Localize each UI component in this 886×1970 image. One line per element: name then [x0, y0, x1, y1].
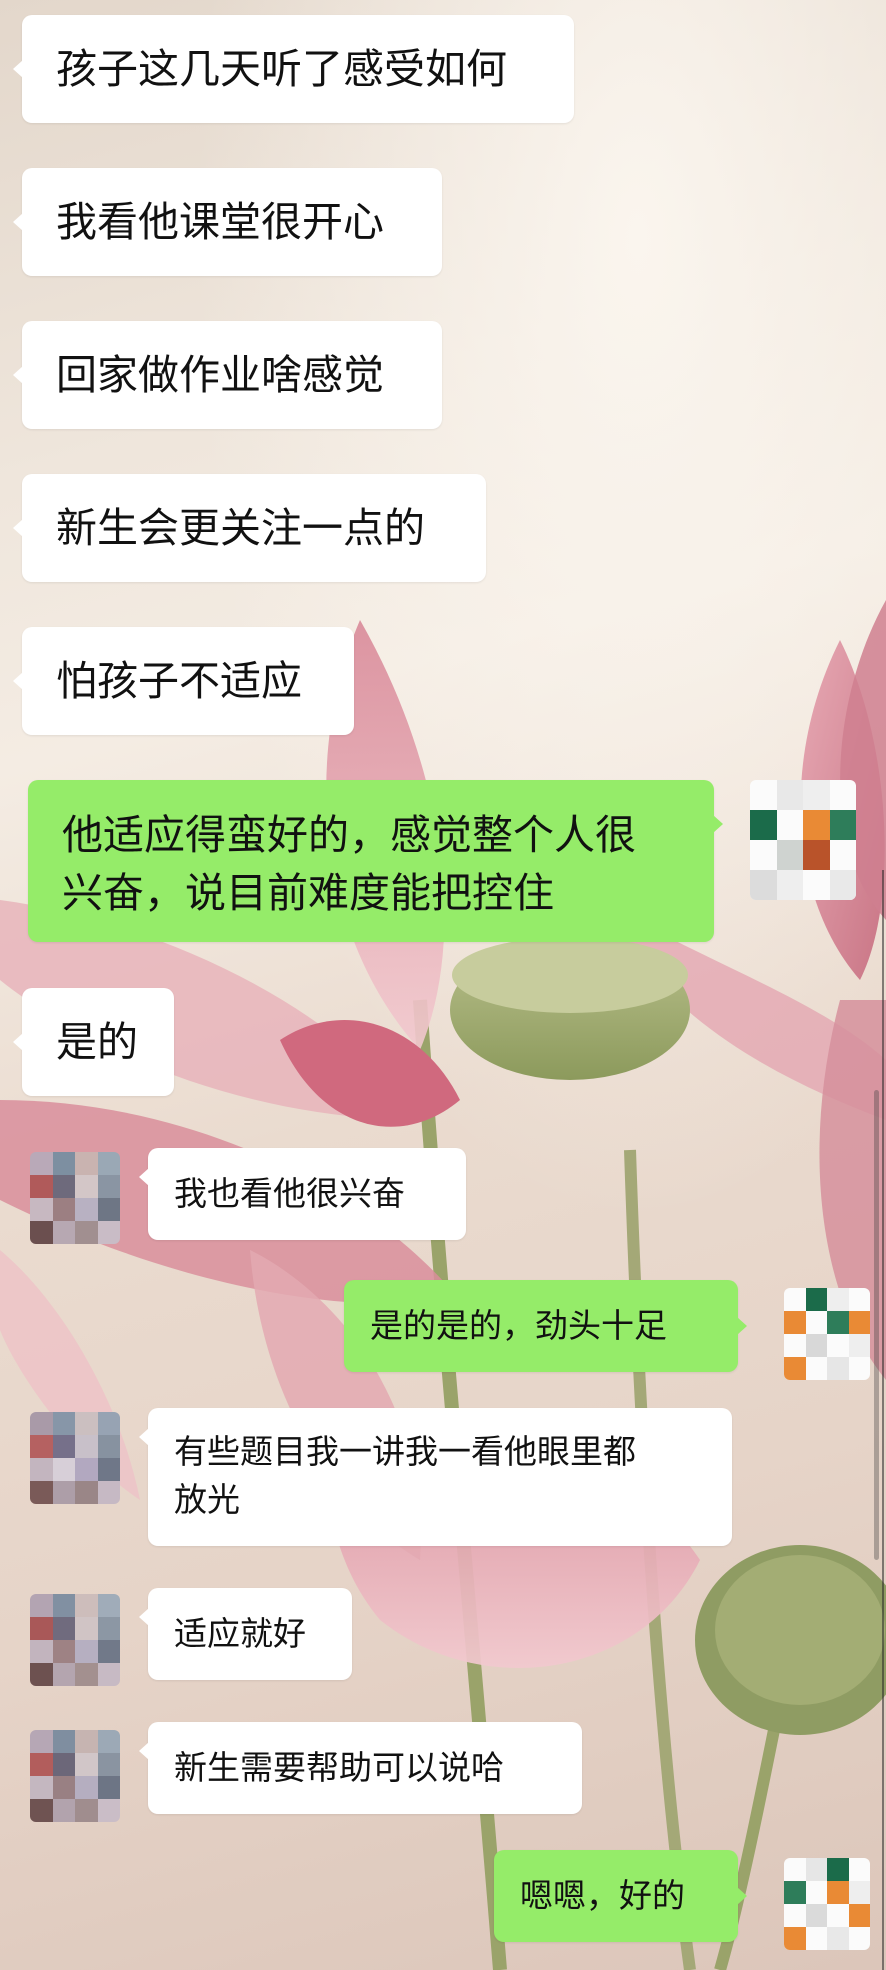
incoming-message-bubble[interactable]: 是的: [13, 988, 174, 1096]
incoming-message-bubble[interactable]: 适应就好: [139, 1588, 352, 1680]
contact-avatar[interactable]: [30, 1152, 120, 1244]
incoming-message-bubble[interactable]: 我也看他很兴奋: [139, 1148, 466, 1240]
incoming-message-bubble[interactable]: 新生需要帮助可以说哈: [139, 1722, 582, 1814]
contact-avatar[interactable]: [30, 1412, 120, 1504]
outgoing-message-bubble[interactable]: 是的是的，劲头十足: [344, 1280, 747, 1372]
contact-avatar[interactable]: [30, 1594, 120, 1686]
self-avatar[interactable]: [784, 1858, 870, 1950]
outgoing-message-bubble[interactable]: 他适应得蛮好的，感觉整个人很 兴奋，说目前难度能把控住: [28, 780, 723, 942]
self-avatar[interactable]: [784, 1288, 870, 1380]
incoming-message-bubble[interactable]: 新生会更关注一点的: [13, 474, 486, 582]
scrollbar[interactable]: [874, 1090, 879, 1560]
self-avatar[interactable]: [750, 780, 856, 900]
incoming-message-bubble[interactable]: 有些题目我一讲我一看他眼里都 放光: [139, 1408, 732, 1546]
contact-avatar[interactable]: [30, 1730, 120, 1822]
incoming-message-bubble[interactable]: 我看他课堂很开心: [13, 168, 442, 276]
incoming-message-bubble[interactable]: 孩子这几天听了感受如何: [13, 15, 574, 123]
chat-wallpaper: [0, 0, 886, 1970]
screen-edge-line: [882, 870, 884, 1970]
incoming-message-bubble[interactable]: 怕孩子不适应: [13, 627, 354, 735]
incoming-message-bubble[interactable]: 回家做作业啥感觉: [13, 321, 442, 429]
outgoing-message-bubble[interactable]: 嗯嗯，好的: [494, 1850, 747, 1942]
